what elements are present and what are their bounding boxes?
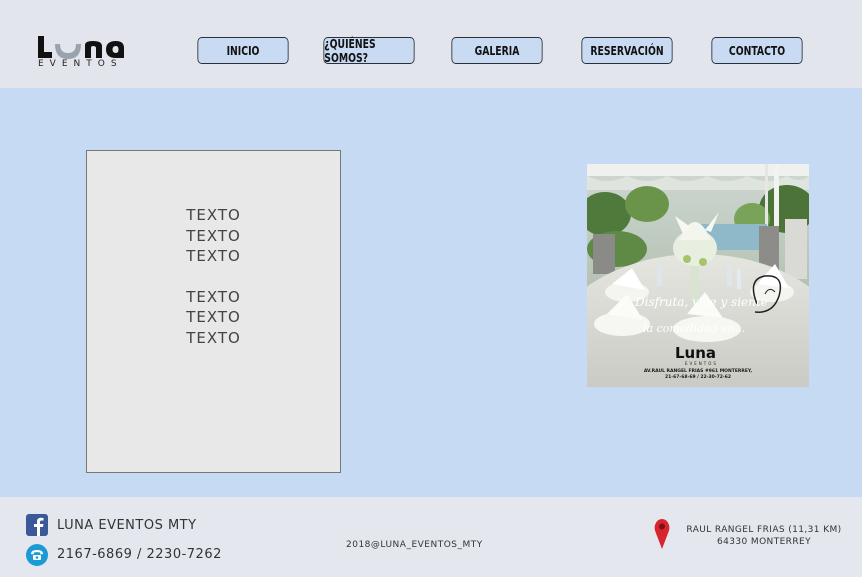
event-table-photo: Disfruta, vive y siente la comodidad en.… [587, 164, 809, 387]
text-line: TEXTO [186, 308, 241, 326]
luna-logo[interactable]: EVENTOS [36, 30, 146, 74]
main-content: TEXTO TEXTO TEXTO TEXTO TEXTO TEXTO Disf… [0, 88, 862, 497]
header: EVENTOS INICIO ¿QUIÉNES SOMOS? GALERIA R… [0, 0, 862, 88]
facebook-label[interactable]: LUNA EVENTOS MTY [57, 518, 197, 533]
map-pin-icon [654, 519, 670, 549]
promo-image: Disfruta, vive y siente la comodidad en.… [587, 164, 809, 387]
promo-logo-subtext: EVENTOS [685, 361, 718, 366]
text-line: TEXTO [186, 287, 241, 306]
facebook-icon[interactable] [26, 514, 48, 536]
address-line-2: 64330 MONTERREY [717, 537, 811, 547]
address-line-1: RAUL RANGEL FRIAS (11,31 KM) [686, 525, 842, 535]
text-lines: TEXTO TEXTO TEXTO TEXTO TEXTO TEXTO [87, 205, 340, 348]
text-panel: TEXTO TEXTO TEXTO TEXTO TEXTO TEXTO [86, 150, 341, 473]
nav-inicio-button[interactable]: INICIO [197, 37, 289, 64]
text-line: TEXTO [186, 247, 241, 265]
promo-address: AV.RAUL RANGEL FRIAS #961 MONTERREY, [644, 368, 753, 374]
text-line: TEXTO [186, 206, 241, 224]
copyright-text: 2018@LUNA_EVENTOS_MTY [346, 540, 483, 550]
promo-tagline-1: Disfruta, vive y siente [634, 295, 768, 309]
promo-logo: Luna [675, 344, 716, 362]
nav-galeria-button[interactable]: GALERIA [451, 37, 543, 64]
nav-quienes-somos-button[interactable]: ¿QUIÉNES SOMOS? [323, 37, 415, 65]
footer: LUNA EVENTOS MTY 2167-6869 / 2230-7262 2… [0, 497, 862, 577]
nav-reservacion-button[interactable]: RESERVACIÓN [581, 37, 673, 64]
promo-phones: 21-67-68-69 / 22-30-72-62 [665, 374, 731, 380]
luna-logo-mark [38, 36, 124, 59]
phone-icon [26, 544, 48, 566]
text-line: TEXTO [186, 328, 241, 347]
phone-numbers: 2167-6869 / 2230-7262 [57, 547, 222, 562]
text-line: TEXTO [186, 226, 241, 245]
nav-contacto-button[interactable]: CONTACTO [711, 37, 803, 64]
logo-subtext: EVENTOS [38, 59, 123, 69]
promo-tagline-2: la comodidad en... [643, 322, 745, 335]
